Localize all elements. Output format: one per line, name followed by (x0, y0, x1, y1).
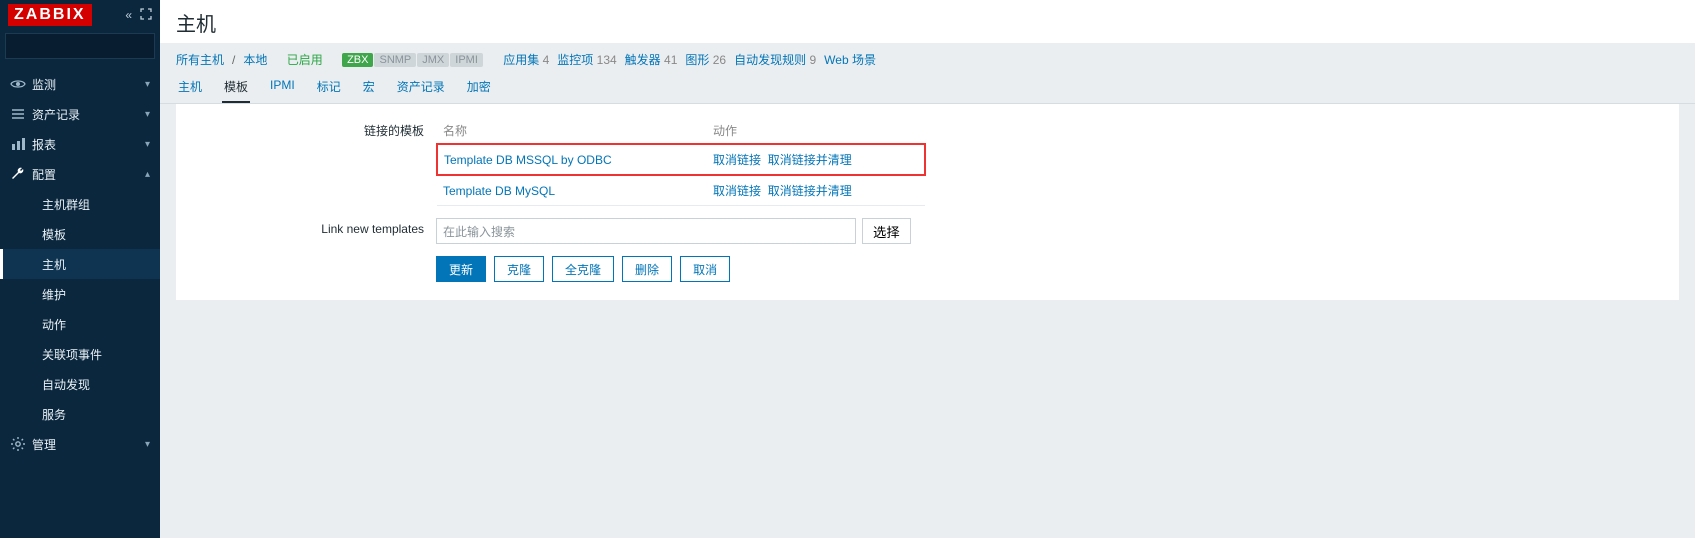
sidebar-item-templates[interactable]: 模板 (0, 219, 160, 249)
nav-sub-label: 主机群组 (42, 196, 90, 213)
nav-sub-label: 自动发现 (42, 376, 90, 393)
collapse-icon[interactable]: « (125, 8, 132, 22)
delete-button[interactable]: 删除 (622, 256, 672, 282)
nav-sub-label: 主机 (42, 256, 66, 273)
table-row: Template DB MSSQL by ODBC 取消链接 取消链接并清理 (437, 144, 925, 175)
items-count: 134 (597, 53, 617, 67)
page-title: 主机 (176, 8, 1679, 37)
chart-icon (10, 136, 32, 152)
status-enabled: 已启用 (287, 51, 323, 68)
fullscreen-icon[interactable] (140, 8, 152, 22)
nav-sub-label: 服务 (42, 406, 66, 423)
gear-icon (10, 436, 32, 452)
link-web[interactable]: Web 场景 (824, 53, 876, 67)
discovery-count: 9 (809, 53, 816, 67)
sidebar-item-reports[interactable]: 报表 ▾ (0, 129, 160, 159)
full-clone-button[interactable]: 全克隆 (552, 256, 614, 282)
eye-icon (10, 76, 32, 92)
triggers-count: 41 (664, 53, 677, 67)
tab-inventory[interactable]: 资产记录 (395, 72, 447, 103)
link-new-input[interactable]: 在此输入搜索 (436, 218, 856, 244)
logo: ZABBIX (8, 4, 92, 26)
page-header: 主机 (160, 0, 1695, 43)
sidebar-search[interactable] (5, 33, 155, 59)
table-row: Template DB MySQL 取消链接 取消链接并清理 (437, 175, 925, 206)
sidebar-item-hosts[interactable]: 主机 (0, 249, 160, 279)
tag-jmx: JMX (417, 53, 449, 67)
sidebar-item-hostgroups[interactable]: 主机群组 (0, 189, 160, 219)
link-graphs[interactable]: 图形 (685, 53, 709, 67)
wrench-icon (10, 166, 32, 182)
form-area: 链接的模板 名称 动作 Template DB MSSQL by ODBC (176, 104, 1679, 300)
search-input[interactable] (6, 39, 173, 53)
sidebar-item-discovery[interactable]: 自动发现 (0, 369, 160, 399)
sidebar-item-actions[interactable]: 动作 (0, 309, 160, 339)
breadcrumb-local[interactable]: 本地 (243, 51, 267, 68)
template-link[interactable]: Template DB MySQL (443, 184, 555, 198)
nav-label: 配置 (32, 166, 56, 183)
template-link[interactable]: Template DB MSSQL by ODBC (444, 153, 612, 167)
unlink-clear-link[interactable]: 取消链接并清理 (768, 184, 852, 198)
tab-ipmi[interactable]: IPMI (268, 72, 297, 103)
chevron-down-icon: ▾ (145, 139, 150, 150)
th-name: 名称 (437, 118, 707, 144)
nav-label: 报表 (32, 136, 56, 153)
sidebar-item-inventory[interactable]: 资产记录 ▾ (0, 99, 160, 129)
sidebar-item-monitor[interactable]: 监测 ▾ (0, 69, 160, 99)
tab-encryption[interactable]: 加密 (465, 72, 493, 103)
link-new-placeholder: 在此输入搜索 (443, 223, 515, 240)
chevron-down-icon: ▾ (145, 439, 150, 450)
cancel-button[interactable]: 取消 (680, 256, 730, 282)
nav-sub-label: 维护 (42, 286, 66, 303)
link-new-label: Link new templates (176, 218, 436, 236)
tabs: 主机 模板 IPMI 标记 宏 资产记录 加密 (160, 72, 1695, 104)
linked-templates-label: 链接的模板 (176, 118, 436, 139)
tag-zbx: ZBX (342, 53, 373, 67)
unlink-clear-link[interactable]: 取消链接并清理 (768, 153, 852, 167)
tab-macros[interactable]: 宏 (361, 72, 377, 103)
sidebar-item-config[interactable]: 配置 ▴ (0, 159, 160, 189)
tab-host[interactable]: 主机 (176, 72, 204, 103)
list-icon (10, 106, 32, 122)
nav-label: 监测 (32, 76, 56, 93)
update-button[interactable]: 更新 (436, 256, 486, 282)
chevron-down-icon: ▾ (145, 79, 150, 90)
tab-templates[interactable]: 模板 (222, 72, 250, 103)
link-apps[interactable]: 应用集 (503, 53, 539, 67)
sidebar-top: ZABBIX « (0, 0, 160, 30)
button-row: 更新 克隆 全克隆 删除 取消 (436, 256, 1679, 282)
sidebar-item-services[interactable]: 服务 (0, 399, 160, 429)
breadcrumb-all-hosts[interactable]: 所有主机 (176, 51, 224, 68)
tag-snmp: SNMP (374, 53, 416, 67)
sidebar: ZABBIX « 监测 ▾ (0, 0, 160, 538)
infobar: 所有主机 / 本地 已启用 ZBXSNMPJMXIPMI 应用集 4 监控项 1… (160, 43, 1695, 72)
breadcrumb-sep: / (232, 53, 235, 67)
linked-templates-table: 名称 动作 Template DB MSSQL by ODBC 取消链接 取消链… (436, 118, 926, 206)
nav-label: 管理 (32, 436, 56, 453)
chevron-up-icon: ▴ (145, 169, 150, 180)
graphs-count: 26 (713, 53, 726, 67)
tag-ipmi: IPMI (450, 53, 483, 67)
tab-tags[interactable]: 标记 (315, 72, 343, 103)
unlink-link[interactable]: 取消链接 (713, 153, 761, 167)
sidebar-item-correlation[interactable]: 关联项事件 (0, 339, 160, 369)
unlink-link[interactable]: 取消链接 (713, 184, 761, 198)
sidebar-item-admin[interactable]: 管理 ▾ (0, 429, 160, 459)
content: 主机 所有主机 / 本地 已启用 ZBXSNMPJMXIPMI 应用集 4 监控… (160, 0, 1695, 538)
nav-sub-label: 动作 (42, 316, 66, 333)
link-discovery[interactable]: 自动发现规则 (734, 53, 806, 67)
chevron-down-icon: ▾ (145, 109, 150, 120)
link-items[interactable]: 监控项 (557, 53, 593, 67)
apps-count: 4 (543, 53, 550, 67)
nav-sub-label: 模板 (42, 226, 66, 243)
th-action: 动作 (707, 118, 925, 144)
link-triggers[interactable]: 触发器 (625, 53, 661, 67)
nav-label: 资产记录 (32, 106, 80, 123)
sidebar-item-maintenance[interactable]: 维护 (0, 279, 160, 309)
nav-sub-label: 关联项事件 (42, 346, 102, 363)
select-button[interactable]: 选择 (862, 218, 911, 244)
clone-button[interactable]: 克隆 (494, 256, 544, 282)
